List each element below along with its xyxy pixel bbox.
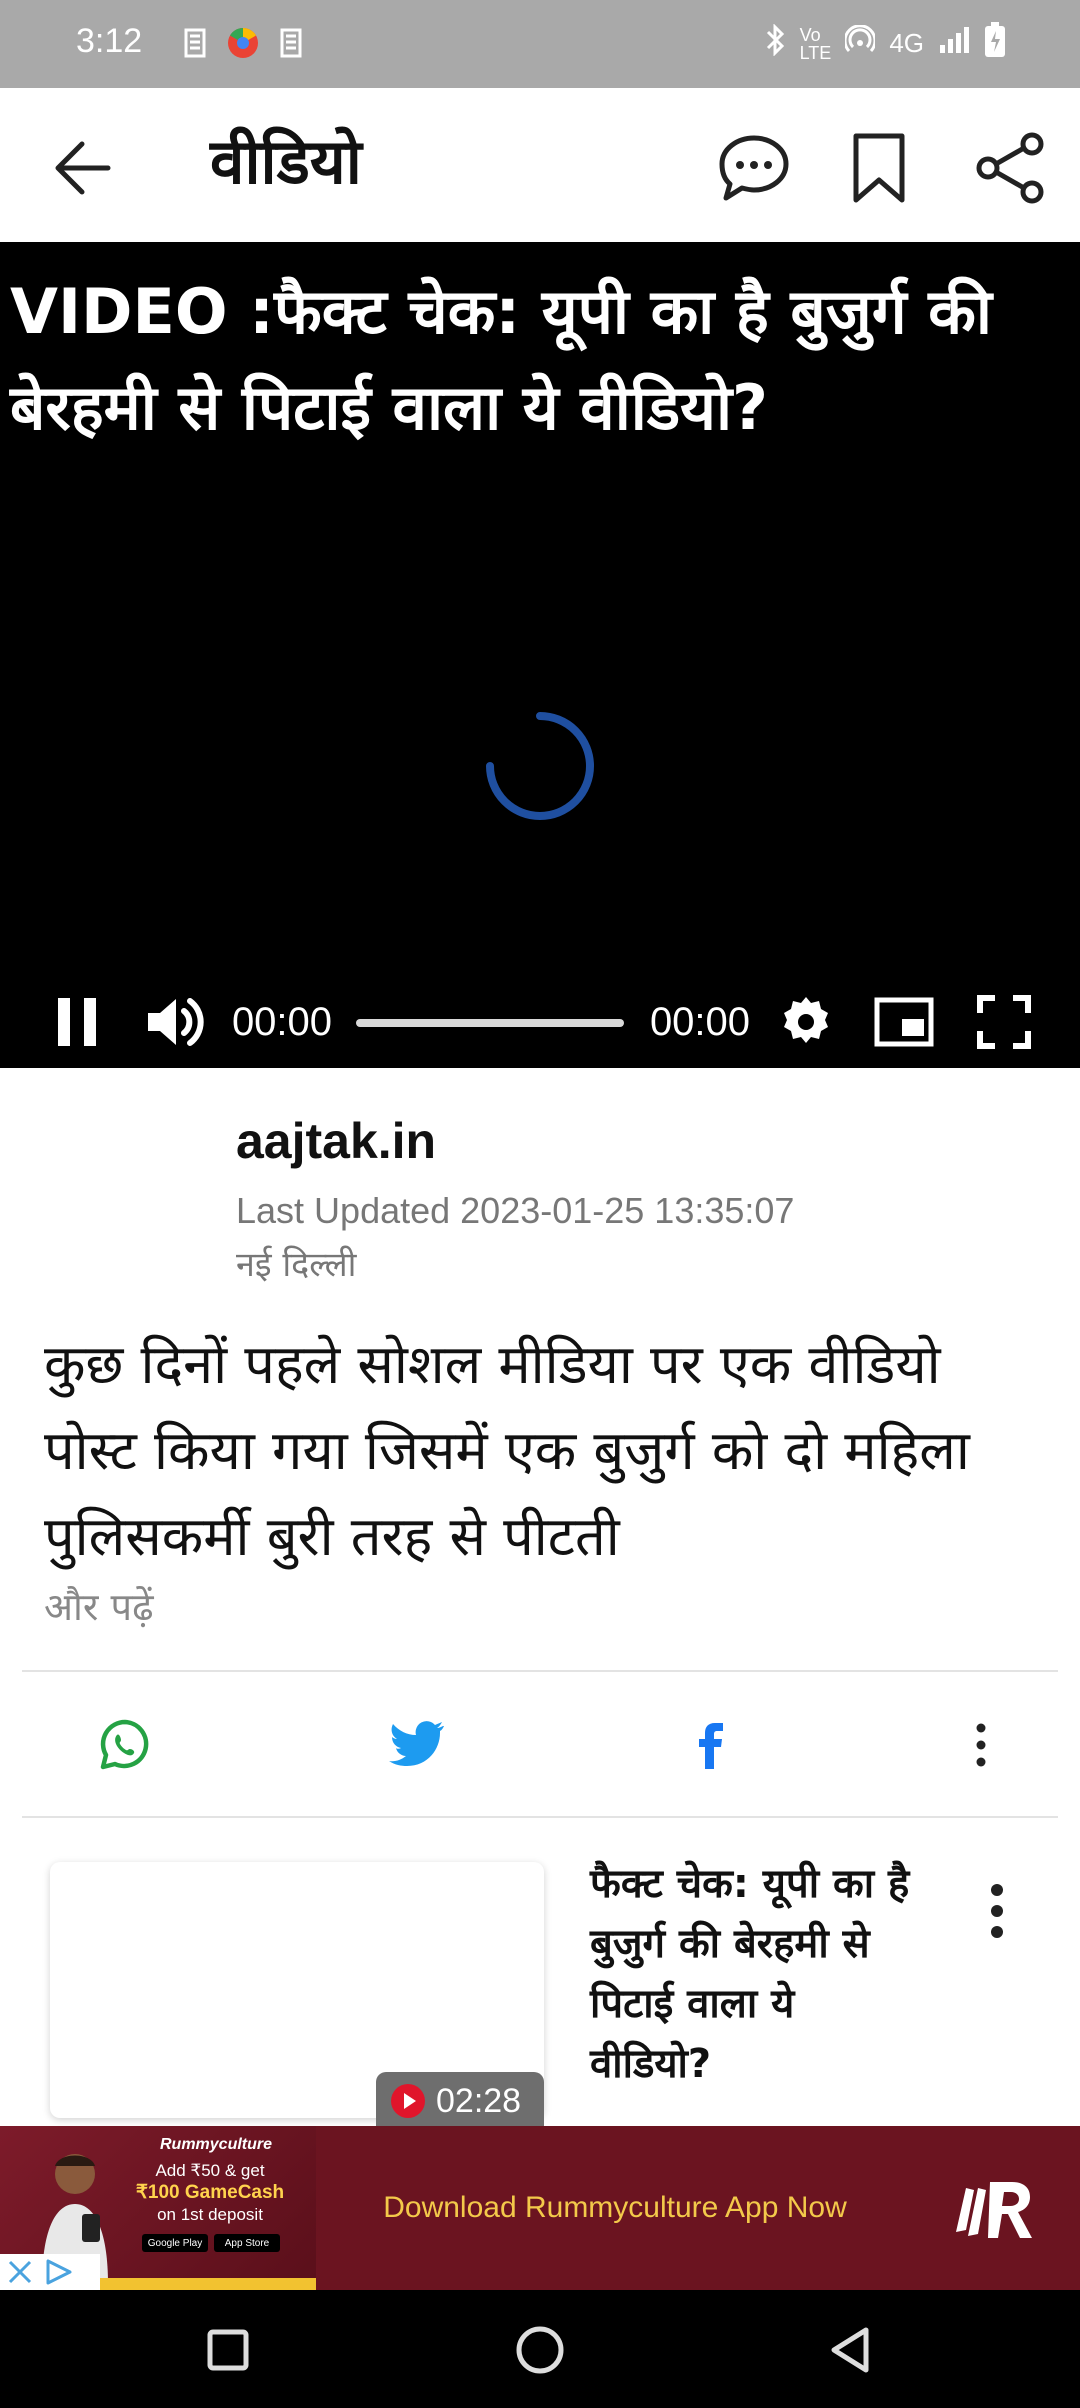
share-button[interactable]	[970, 128, 1050, 208]
triangle-back-icon	[831, 2327, 869, 2373]
news-notification-icon	[178, 24, 212, 62]
fullscreen-button[interactable]	[972, 982, 1036, 1062]
arrow-left-icon	[55, 141, 111, 195]
news-notification-icon-2	[274, 24, 308, 62]
twitter-share-button[interactable]	[382, 1710, 452, 1780]
duration-time: 00:00	[649, 999, 751, 1044]
network-type: 4G	[889, 28, 924, 58]
video-title: VIDEO :फैक्ट चेक: यूपी का है बुजुर्ग की …	[10, 275, 992, 444]
article-source: aajtak.in	[236, 1113, 437, 1169]
notification-icons	[178, 24, 308, 62]
whatsapp-share-button[interactable]	[90, 1710, 160, 1780]
player-controls: 00:00 00:00	[0, 982, 1080, 1062]
recent-apps-button[interactable]	[198, 2320, 258, 2380]
status-time: 3:12	[76, 22, 143, 60]
more-vertical-icon	[976, 1723, 986, 1767]
article-summary: कुछ दिनों पहले सोशल मीडिया पर एक वीडियो …	[44, 1333, 970, 1568]
system-navigation-bar	[0, 2290, 1080, 2408]
whatsapp-icon	[100, 1719, 149, 1770]
seek-bar[interactable]	[356, 1019, 624, 1027]
ad-offer-line1: Add ₹50 & get	[155, 2161, 265, 2180]
app-store-badge: App Store	[214, 2234, 280, 2252]
settings-button[interactable]	[774, 982, 838, 1062]
bluetooth-icon	[764, 23, 786, 63]
picture-in-picture-button[interactable]	[872, 982, 936, 1062]
article-location: नई दिल्ली	[236, 1245, 357, 1285]
more-share-options-button[interactable]	[946, 1710, 1016, 1780]
ad-offer-line2: ₹100 GameCash	[135, 2182, 285, 2203]
video-duration: 02:28	[436, 2081, 522, 2120]
ad-banner[interactable]: Rummyculture Add ₹50 & get ₹100 GameCash…	[0, 2126, 1080, 2290]
related-video-more-button[interactable]	[972, 1876, 1022, 1946]
ad-choices-icon[interactable]	[42, 2257, 82, 2287]
battery-icon	[984, 22, 1006, 65]
volume-icon	[148, 998, 204, 1046]
read-more-link[interactable]: और पढ़ें	[44, 1580, 153, 1632]
video-player[interactable]: VIDEO :फैक्ट चेक: यूपी का है बुजुर्ग की …	[0, 242, 1080, 1068]
video-duration-badge: 02:28	[376, 2072, 544, 2130]
back-nav-button[interactable]	[822, 2320, 882, 2380]
app-bar: वीडियो	[0, 88, 1080, 242]
back-button[interactable]	[48, 128, 128, 208]
ad-offer: Add ₹50 & get ₹100 GameCash on 1st depos…	[130, 2160, 290, 2226]
ad-store-badges: Google Play App Store	[142, 2234, 280, 2252]
loading-spinner-icon	[486, 712, 594, 820]
circle-icon	[516, 2326, 564, 2374]
ad-close-controls	[0, 2254, 100, 2290]
divider	[22, 1816, 1058, 1818]
browser-notification-icon	[226, 24, 260, 62]
facebook-share-button[interactable]	[676, 1710, 746, 1780]
twitter-icon	[389, 1721, 444, 1766]
more-vertical-icon	[991, 1884, 1003, 1938]
pause-icon	[58, 998, 96, 1046]
volte-icon: Vo LTE	[799, 24, 832, 63]
volume-button[interactable]	[142, 982, 208, 1062]
status-indicators: Vo LTE 4G	[764, 22, 1006, 65]
chat-bubble-icon	[719, 135, 789, 201]
rummyculture-logo	[956, 2182, 1032, 2238]
square-icon	[207, 2329, 249, 2371]
hotspot-icon	[843, 24, 877, 62]
share-icon	[976, 132, 1044, 204]
share-row	[0, 1670, 1080, 1820]
gear-icon	[784, 997, 828, 1043]
ad-cta-text[interactable]: Download Rummyculture App Now	[340, 2126, 890, 2290]
page-title: वीडियो	[210, 125, 362, 198]
bookmark-button[interactable]	[840, 128, 920, 208]
ad-brand: Rummyculture	[160, 2136, 273, 2153]
related-video-title[interactable]: फैक्ट चेक: यूपी का है बुजुर्ग की बेरहमी …	[590, 1854, 920, 2094]
current-time: 00:00	[231, 999, 333, 1044]
status-bar: 3:12 Vo LTE 4G	[0, 0, 1080, 88]
fullscreen-icon	[977, 995, 1031, 1049]
picture-in-picture-icon	[874, 997, 934, 1047]
facebook-icon	[699, 1723, 723, 1769]
signal-icon	[938, 25, 970, 62]
play-icon	[391, 2084, 425, 2118]
bookmark-icon	[853, 133, 905, 203]
ad-offer-line3: on 1st deposit	[157, 2205, 263, 2224]
pause-button[interactable]	[40, 982, 114, 1062]
home-button[interactable]	[510, 2320, 570, 2380]
comments-button[interactable]	[714, 128, 794, 208]
close-icon[interactable]	[6, 2258, 34, 2286]
google-play-badge: Google Play	[142, 2234, 208, 2252]
last-updated: Last Updated 2023-01-25 13:35:07	[236, 1190, 795, 1231]
